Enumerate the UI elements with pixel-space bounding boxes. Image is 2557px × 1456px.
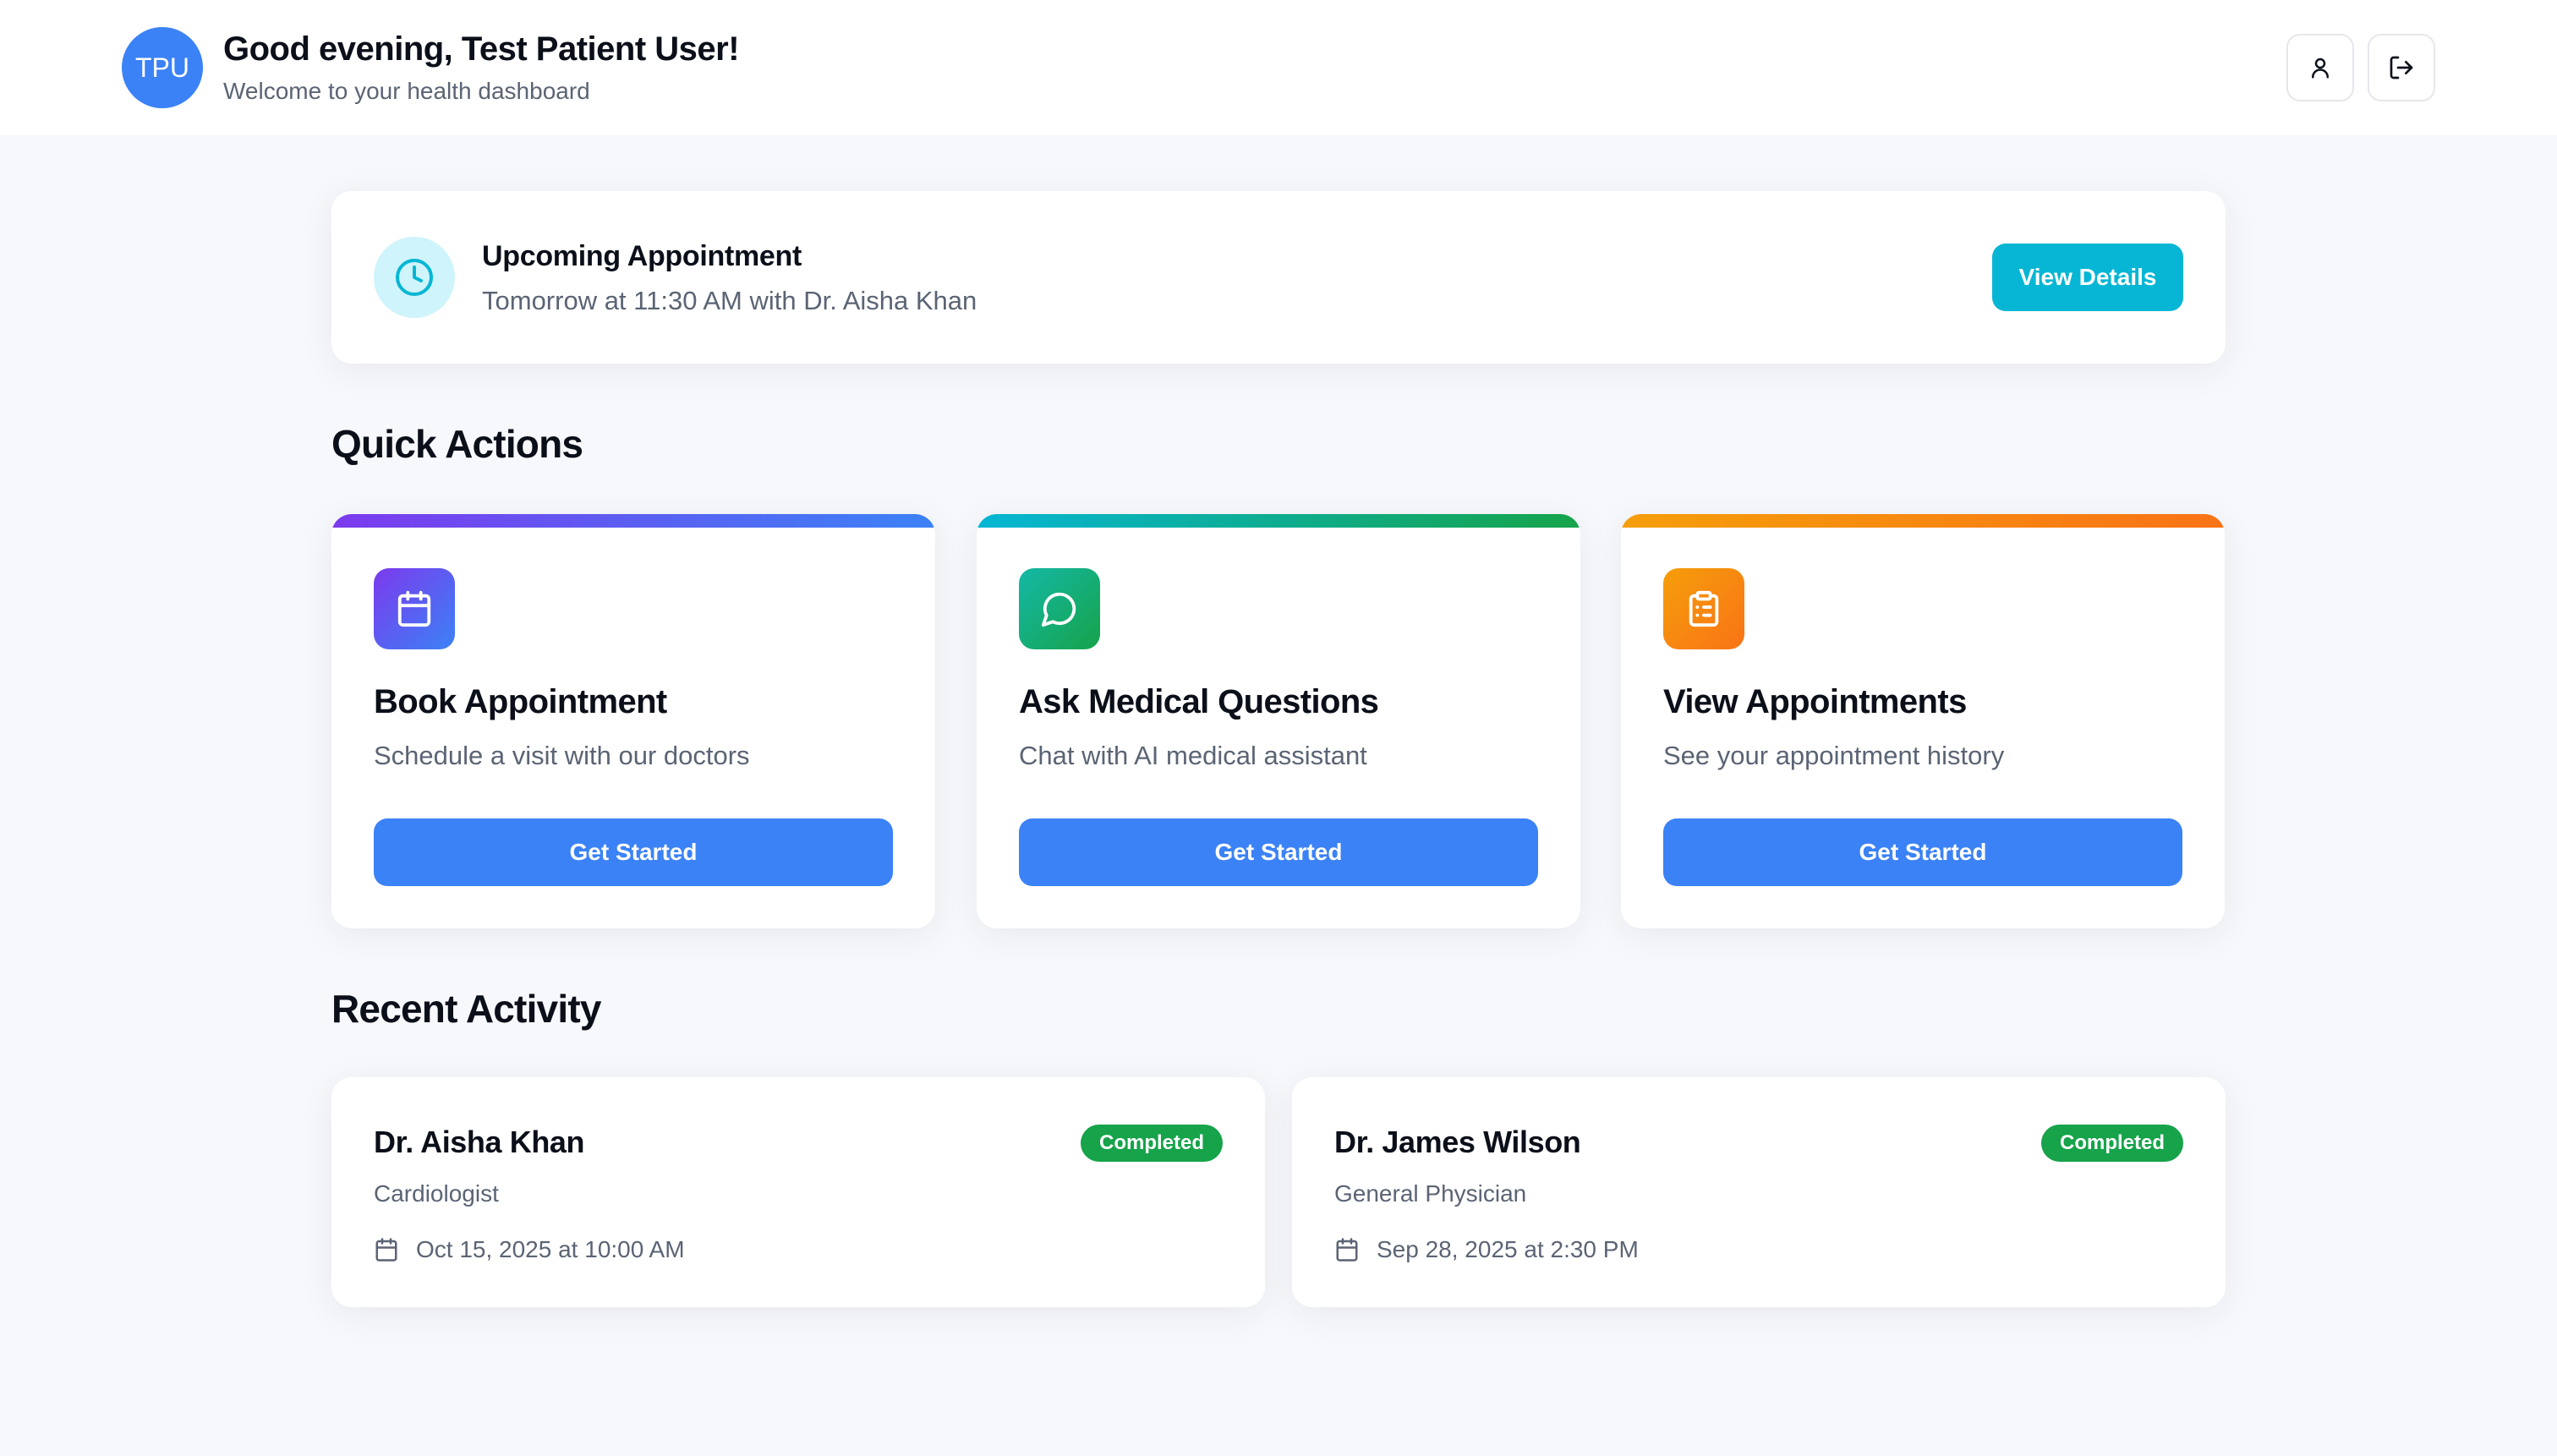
profile-button[interactable] bbox=[2286, 34, 2354, 101]
book-appointment-card: Book Appointment Schedule a visit with o… bbox=[331, 514, 935, 928]
doctor-specialty: General Physician bbox=[1334, 1180, 1527, 1207]
clipboard-list-icon bbox=[1689, 590, 1719, 627]
card-title: View Appointments bbox=[1663, 683, 1967, 720]
appointment-date: Oct 15, 2025 at 10:00 AM bbox=[416, 1236, 685, 1262]
card-description: See your appointment history bbox=[1663, 741, 2005, 770]
greeting-title: Good evening, Test Patient User! bbox=[223, 30, 740, 68]
chat-bubble-icon bbox=[1041, 592, 1076, 627]
top-header: TPU Good evening, Test Patient User! Wel… bbox=[0, 0, 2557, 135]
clipboard-icon-badge bbox=[1663, 568, 1744, 649]
logout-icon bbox=[2390, 56, 2413, 79]
card-description: Schedule a visit with our doctors bbox=[374, 741, 750, 770]
card-title: Book Appointment bbox=[374, 683, 667, 720]
user-icon bbox=[2312, 57, 2329, 79]
clock-icon-badge bbox=[374, 237, 455, 318]
view-appointments-card: View Appointments See your appointment h… bbox=[1621, 514, 2225, 928]
appointment-date-row: Sep 28, 2025 at 2:30 PM bbox=[1334, 1233, 1639, 1267]
calendar-icon bbox=[397, 590, 431, 627]
logout-button[interactable] bbox=[2368, 34, 2435, 101]
doctor-name: Dr. James Wilson bbox=[1334, 1125, 1581, 1159]
quick-actions-title: Quick Actions bbox=[331, 422, 583, 466]
card-accent-bar bbox=[1621, 514, 2225, 528]
appointment-date-row: Oct 15, 2025 at 10:00 AM bbox=[374, 1233, 685, 1267]
doctor-name: Dr. Aisha Khan bbox=[374, 1125, 585, 1159]
calendar-icon bbox=[1336, 1238, 1358, 1262]
calendar-icon bbox=[375, 1238, 397, 1262]
avatar[interactable]: TPU bbox=[122, 27, 203, 108]
activity-card[interactable]: Dr. James Wilson Completed General Physi… bbox=[1292, 1077, 2226, 1307]
doctor-specialty: Cardiologist bbox=[374, 1180, 499, 1207]
card-description: Chat with AI medical assistant bbox=[1019, 741, 1367, 770]
card-accent-bar bbox=[331, 514, 935, 528]
greeting-subtitle: Welcome to your health dashboard bbox=[223, 78, 590, 104]
activity-card[interactable]: Dr. Aisha Khan Completed Cardiologist Oc… bbox=[331, 1077, 1265, 1307]
status-badge: Completed bbox=[1080, 1125, 1223, 1162]
status-badge: Completed bbox=[2040, 1125, 2183, 1162]
ask-questions-get-started-button[interactable]: Get Started bbox=[1019, 818, 1538, 886]
ask-medical-questions-card: Ask Medical Questions Chat with AI medic… bbox=[977, 514, 1580, 928]
view-details-button[interactable]: View Details bbox=[1992, 244, 2183, 311]
card-title: Ask Medical Questions bbox=[1019, 683, 1379, 720]
book-appointment-get-started-button[interactable]: Get Started bbox=[374, 818, 893, 886]
appointment-date: Sep 28, 2025 at 2:30 PM bbox=[1377, 1236, 1639, 1262]
upcoming-title: Upcoming Appointment bbox=[482, 240, 802, 272]
view-appointments-get-started-button[interactable]: Get Started bbox=[1663, 818, 2182, 886]
recent-activity-title: Recent Activity bbox=[331, 987, 601, 1031]
upcoming-detail: Tomorrow at 11:30 AM with Dr. Aisha Khan bbox=[482, 286, 977, 315]
clock-icon bbox=[396, 259, 433, 296]
card-accent-bar bbox=[977, 514, 1580, 528]
calendar-icon-badge bbox=[374, 568, 455, 649]
upcoming-appointment-card: Upcoming Appointment Tomorrow at 11:30 A… bbox=[331, 191, 2226, 364]
chat-icon-badge bbox=[1019, 568, 1100, 649]
